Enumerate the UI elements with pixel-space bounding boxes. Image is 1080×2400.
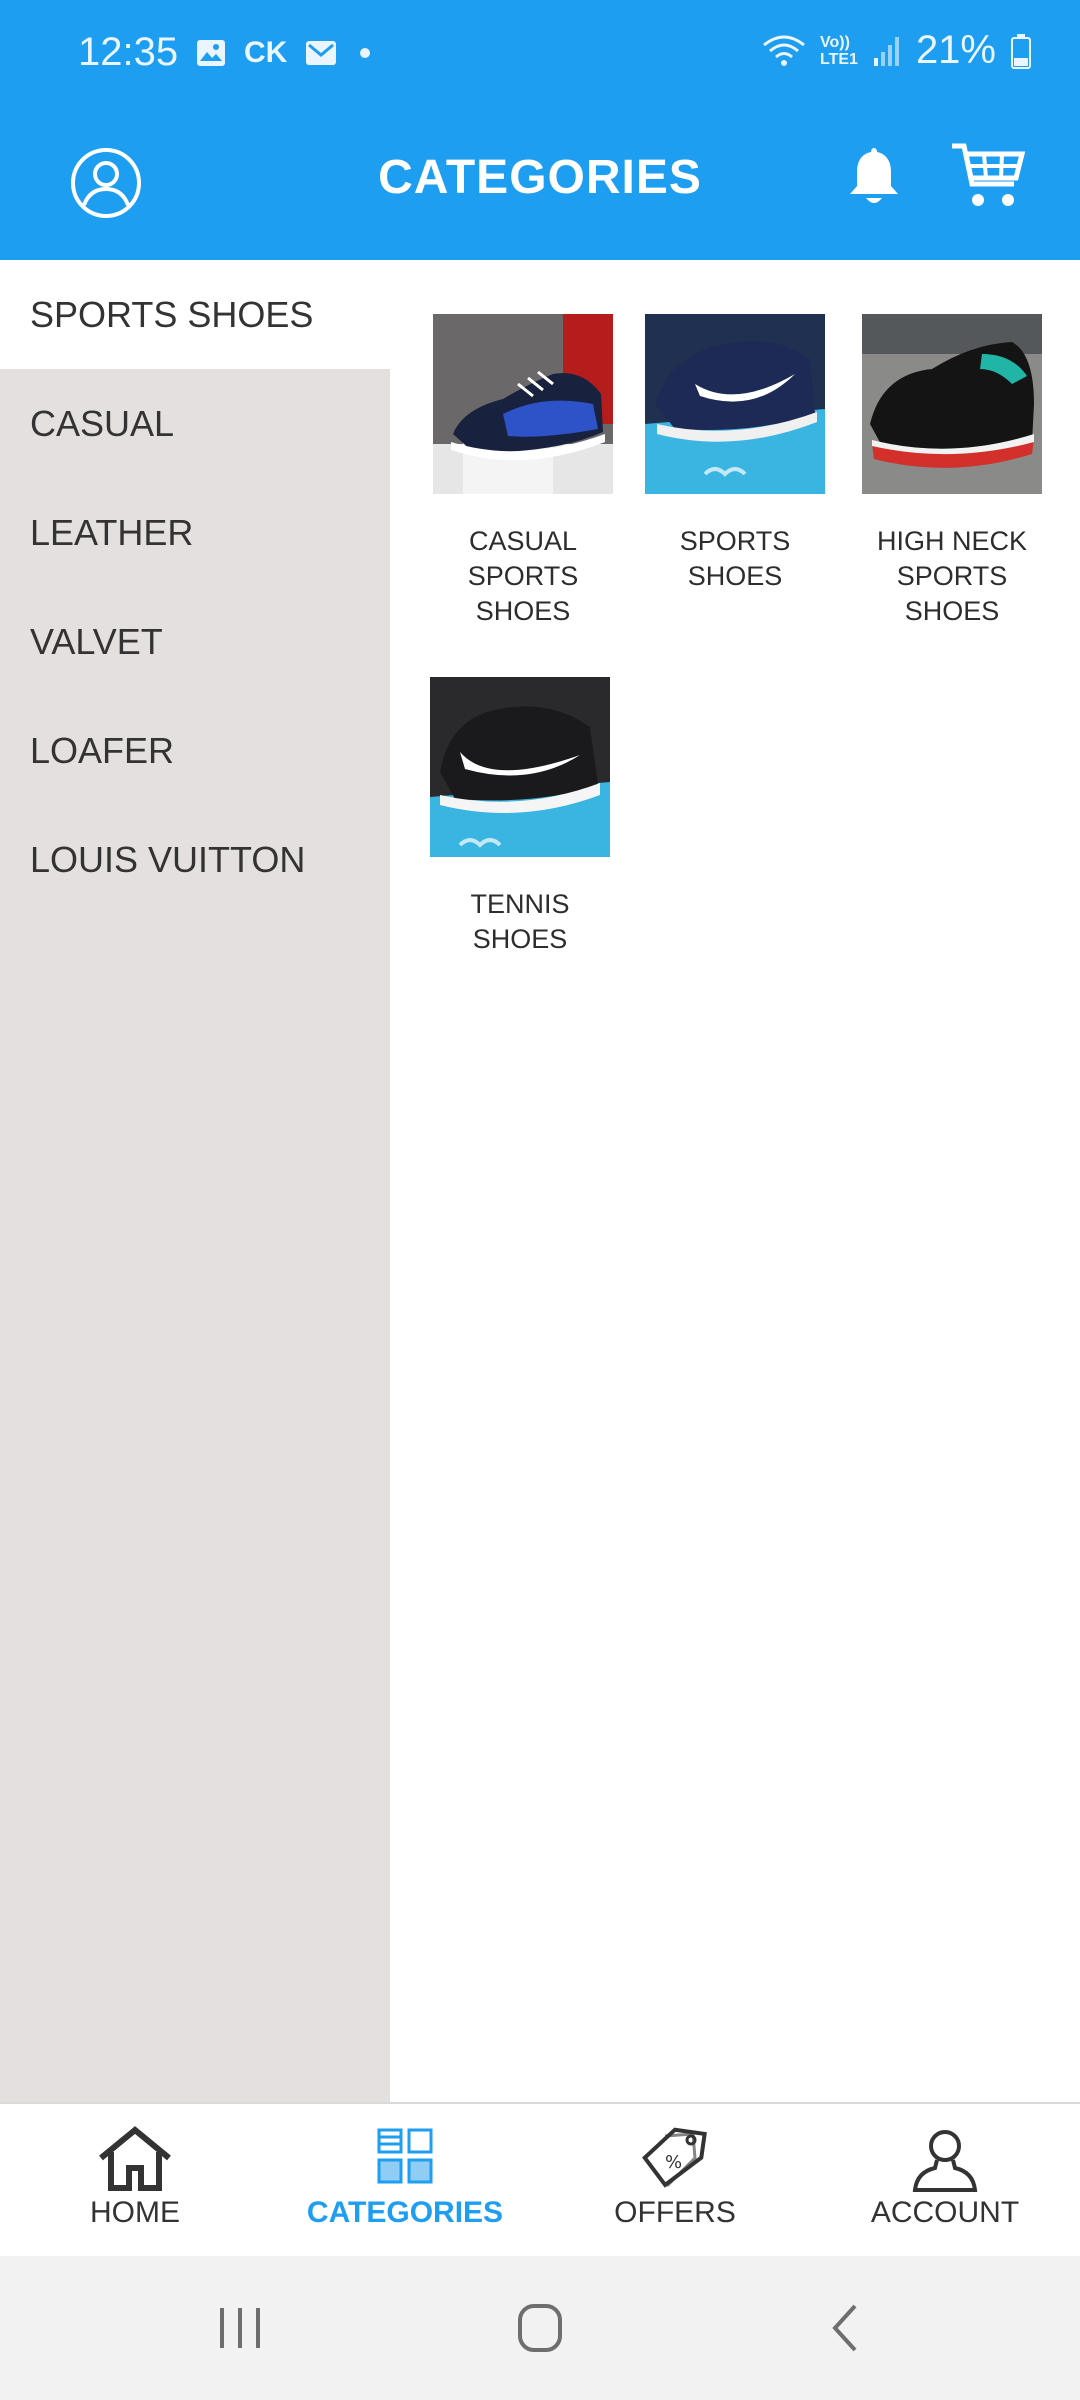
signal-icon: [873, 36, 899, 66]
mail-icon: [306, 41, 337, 65]
lte-indicator: Vo)) LTE1: [820, 34, 858, 68]
sidebar-item-label: VALVET: [30, 620, 163, 662]
bottom-navigation: HOME CATEGORIES % OFFERS ACCOUNT: [0, 2102, 1080, 2256]
system-navigation-bar: [0, 2256, 1080, 2400]
sidebar-item-label: LOAFER: [30, 729, 175, 771]
back-icon[interactable]: [805, 2300, 885, 2356]
product-card[interactable]: SPORTS SHOES: [635, 314, 835, 594]
page-title: CATEGORIES: [378, 151, 702, 204]
cart-icon[interactable]: [950, 140, 1026, 212]
product-card[interactable]: HIGH NECK SPORTS SHOES: [852, 314, 1052, 629]
product-image-tennis-shoes: [430, 677, 610, 857]
product-image-sports-shoes: [645, 314, 825, 494]
product-card[interactable]: TENNIS SHOES: [420, 677, 620, 957]
svg-text:%: %: [665, 2152, 682, 2173]
account-icon: [912, 2130, 978, 2192]
nav-offers-label: OFFERS: [614, 2196, 736, 2229]
sidebar-item-label: SPORTS SHOES: [30, 293, 314, 335]
nav-account[interactable]: ACCOUNT: [810, 2104, 1080, 2258]
sidebar-item-label: LEATHER: [30, 511, 194, 553]
product-image-casual-sports-shoes: [433, 314, 613, 494]
carrier-tag: CK: [244, 36, 288, 69]
product-label: CASUAL SPORTS SHOES: [467, 526, 579, 626]
sidebar-item-valvet[interactable]: VALVET: [0, 587, 390, 696]
nav-categories[interactable]: CATEGORIES: [270, 2104, 540, 2258]
lte-bottom-label: LTE1: [820, 50, 858, 68]
sidebar-item-leather[interactable]: LEATHER: [0, 478, 390, 587]
wifi-icon: [763, 35, 805, 66]
lte-top-label: Vo)): [820, 33, 850, 51]
product-label: SPORTS SHOES: [679, 526, 791, 591]
sidebar-item-louis-vuitton[interactable]: LOUIS VUITTON: [0, 805, 390, 914]
category-sidebar: SPORTS SHOES CASUAL LEATHER VALVET LOAFE…: [0, 260, 390, 2102]
status-system-icons: Vo)) LTE1 21%: [762, 28, 1032, 73]
battery-percent: 21%: [915, 28, 996, 72]
sidebar-item-label: CASUAL: [30, 402, 175, 444]
nav-home-label: HOME: [90, 2196, 180, 2229]
battery-icon: [1011, 33, 1031, 69]
home-button-icon[interactable]: [500, 2300, 580, 2356]
product-image-high-neck-sports-shoes: [862, 314, 1042, 494]
app-bar: CATEGORIES: [0, 110, 1080, 260]
offers-tag-icon: %: [642, 2127, 707, 2188]
notification-bell-icon[interactable]: [846, 144, 902, 210]
nav-offers[interactable]: % OFFERS: [540, 2104, 810, 2258]
categories-icon: [377, 2128, 433, 2184]
home-icon: [99, 2126, 171, 2191]
nav-categories-label: CATEGORIES: [306, 2196, 504, 2229]
product-label: HIGH NECK SPORTS SHOES: [876, 526, 1028, 626]
gallery-icon: [197, 40, 225, 66]
nav-account-label: ACCOUNT: [870, 2196, 1020, 2229]
dot-icon: [360, 48, 371, 58]
status-bar: 12:35 CK Vo)) LTE1 21%: [0, 0, 1080, 110]
recent-apps-icon[interactable]: [200, 2300, 280, 2356]
product-card[interactable]: CASUAL SPORTS SHOES: [423, 314, 623, 629]
sidebar-item-casual[interactable]: CASUAL: [0, 369, 390, 478]
subcategory-grid: CASUAL SPORTS SHOES SPORTS SHOES HIGH NE…: [390, 260, 1080, 2102]
sidebar-item-loafer[interactable]: LOAFER: [0, 696, 390, 805]
sidebar-item-sports-shoes[interactable]: SPORTS SHOES: [0, 260, 390, 369]
product-label: TENNIS SHOES: [470, 889, 570, 954]
status-notification-icons: CK: [196, 36, 375, 70]
status-time: 12:35: [78, 30, 179, 74]
nav-home[interactable]: HOME: [0, 2104, 270, 2258]
sidebar-item-label: LOUIS VUITTON: [30, 838, 306, 880]
